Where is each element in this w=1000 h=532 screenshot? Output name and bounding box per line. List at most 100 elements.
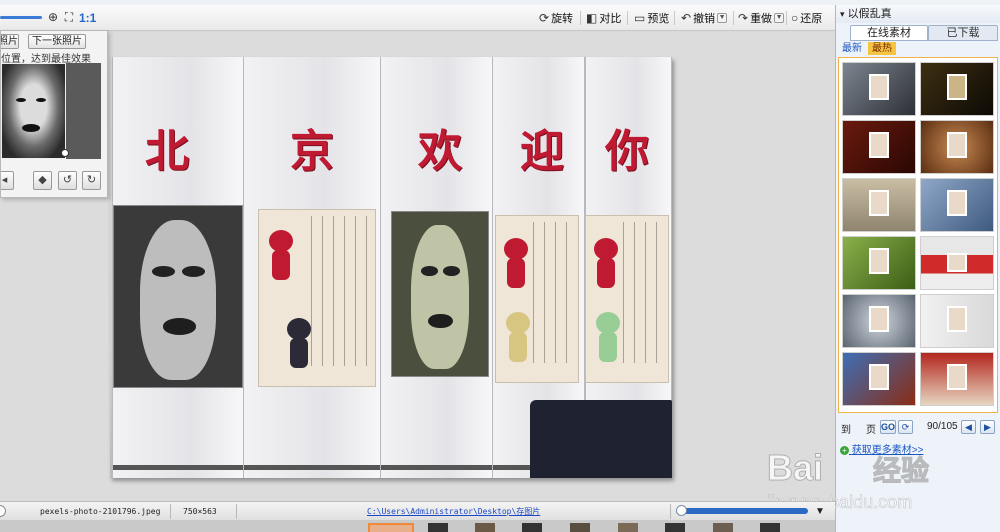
expand-icon[interactable]: ▼ xyxy=(815,505,825,518)
divider xyxy=(580,11,581,25)
prev-page-icon[interactable]: ◀ xyxy=(961,420,976,434)
go-button[interactable]: GO xyxy=(880,420,896,434)
pager-prefix: 到 xyxy=(841,425,851,436)
film-thumbnail-selected[interactable] xyxy=(368,523,414,532)
zoom-slider[interactable] xyxy=(0,16,42,19)
material-thumbnail[interactable] xyxy=(920,294,994,348)
save-path-link[interactable]: C:\Users\Administrator\Desktop\存图片 xyxy=(367,505,540,518)
divider xyxy=(674,11,675,25)
banner-char: 欢 xyxy=(418,126,462,177)
material-thumbnail[interactable] xyxy=(842,120,916,174)
file-name: pexels-photo-2101796.jpeg xyxy=(40,507,161,516)
material-thumbnail[interactable] xyxy=(842,178,916,232)
collapse-icon[interactable]: ▾ xyxy=(840,9,845,19)
banner-char: 北 xyxy=(145,126,189,177)
redo-icon: ↷ xyxy=(738,11,749,25)
paper-scroll xyxy=(258,209,376,387)
rotate-right-icon[interactable]: ↻ xyxy=(82,171,101,190)
film-thumbnail[interactable] xyxy=(522,523,542,532)
rotate-left-icon[interactable]: ↺ xyxy=(58,171,77,190)
material-thumbnail[interactable] xyxy=(920,178,994,232)
film-thumbnail[interactable] xyxy=(760,523,780,532)
adjust-panel: 照片 下一张照片 位置，达到最佳效果 ◂ ◆ ↺ ↻ xyxy=(0,30,108,198)
material-thumbnail[interactable] xyxy=(920,120,994,174)
redo-button[interactable]: ↷ 重做 ▼ xyxy=(738,9,785,27)
divider xyxy=(670,504,671,519)
preview-button[interactable]: ▭ 预览 xyxy=(634,9,669,27)
film-thumbnail[interactable] xyxy=(713,523,733,532)
divider xyxy=(170,504,171,519)
crop-preview xyxy=(1,63,101,159)
toolbar: ⊕ ⛶ 1:1 ⟳ 旋转 ◧ 对比 ▭ 预览 ↶ 撤销 ▼ ↷ 重做 ▼ ○ 还… xyxy=(0,5,835,31)
material-thumbnail[interactable] xyxy=(842,294,916,348)
divider xyxy=(627,11,628,25)
banner-char: 京 xyxy=(290,126,334,177)
divider xyxy=(733,11,734,25)
paper-scroll xyxy=(585,215,669,383)
subtab-hottest[interactable]: 最热 xyxy=(868,42,896,55)
film-thumbnail[interactable] xyxy=(570,523,590,532)
banner-char: 迎 xyxy=(520,126,564,177)
undo-dropdown-icon[interactable]: ▼ xyxy=(717,13,728,23)
material-thumbnail[interactable] xyxy=(842,236,916,290)
panel-title[interactable]: ▾ 以假乱真 xyxy=(836,5,1000,23)
pager: 到 页 GO ⟳ 90/105 ◀ ▶ xyxy=(836,418,1000,436)
redo-label: 重做 xyxy=(750,13,773,25)
undo-label: 撤销 xyxy=(693,13,716,25)
filmstrip xyxy=(0,520,835,532)
material-thumbnail[interactable] xyxy=(920,352,994,406)
resize-handle[interactable] xyxy=(61,149,69,157)
redo-dropdown-icon[interactable]: ▼ xyxy=(774,13,785,23)
zoom-in-icon[interactable]: ⊕ xyxy=(46,10,60,24)
page-count: 90/105 xyxy=(927,421,958,432)
material-thumbnail[interactable] xyxy=(842,352,916,406)
material-thumbnail[interactable] xyxy=(842,62,916,116)
compare-label: 对比 xyxy=(599,13,622,25)
film-thumbnail[interactable] xyxy=(475,523,495,532)
status-bar: pexels-photo-2101796.jpeg 750×563 C:\Use… xyxy=(0,501,835,520)
plus-icon: + xyxy=(840,446,849,455)
prev-photo-button[interactable]: 照片 xyxy=(1,34,19,49)
next-page-icon[interactable]: ▶ xyxy=(980,420,995,434)
next-photo-button[interactable]: 下一张照片 xyxy=(28,34,86,49)
subtab-newest[interactable]: 最新 xyxy=(838,42,866,55)
material-grid xyxy=(838,57,998,413)
thumbnail-zoom-slider[interactable] xyxy=(676,508,808,514)
rotate-button[interactable]: ⟳ 旋转 xyxy=(539,9,573,27)
tab-downloaded[interactable]: 已下载 xyxy=(928,25,998,41)
luggage xyxy=(530,400,672,478)
flip-left-icon[interactable]: ◂ xyxy=(1,171,14,190)
panel-title-label: 以假乱真 xyxy=(847,8,892,20)
status-left-icon[interactable] xyxy=(0,505,6,517)
film-thumbnail[interactable] xyxy=(428,523,448,532)
actual-size-button[interactable]: 1:1 xyxy=(79,11,96,25)
canvas-area[interactable]: 北 京 欢 迎 你 照片 下一张照片 位置，达到最佳效果 ◂ ◆ ↺ ↻ xyxy=(0,30,835,501)
flip-vertical-icon[interactable]: ◆ xyxy=(33,171,52,190)
restore-button[interactable]: ○ 还原 xyxy=(791,9,822,27)
undo-button[interactable]: ↶ 撤销 ▼ xyxy=(681,9,728,27)
rotate-icon: ⟳ xyxy=(539,11,550,25)
film-thumbnail[interactable] xyxy=(618,523,638,532)
paper-scroll xyxy=(495,215,579,383)
tab-online-materials[interactable]: 在线素材 xyxy=(850,25,928,41)
rotate-label: 旋转 xyxy=(551,13,574,25)
material-thumbnail[interactable] xyxy=(920,62,994,116)
preview-icon: ▭ xyxy=(634,11,646,25)
divider xyxy=(236,504,237,519)
banner-char: 你 xyxy=(605,126,649,177)
slider-knob[interactable] xyxy=(676,505,687,516)
more-materials-link[interactable]: + 获取更多素材>> xyxy=(840,441,923,456)
compare-button[interactable]: ◧ 对比 xyxy=(586,9,621,27)
compare-icon: ◧ xyxy=(586,11,598,25)
edited-photo[interactable]: 北 京 欢 迎 你 xyxy=(110,57,672,478)
preview-label: 预览 xyxy=(647,13,670,25)
restore-label: 还原 xyxy=(800,13,823,25)
restore-icon: ○ xyxy=(791,11,799,25)
material-panel: ▾ 以假乱真 在线素材 已下载 最新 最热 到 页 GO ⟳ 90/105 ◀ … xyxy=(835,5,1000,532)
film-thumbnail[interactable] xyxy=(665,523,685,532)
refresh-icon[interactable]: ⟳ xyxy=(898,420,913,434)
more-materials-label: 获取更多素材>> xyxy=(851,445,924,456)
material-thumbnail[interactable] xyxy=(920,236,994,290)
preview-thumbnail xyxy=(1,63,66,159)
fit-screen-icon[interactable]: ⛶ xyxy=(62,10,76,24)
